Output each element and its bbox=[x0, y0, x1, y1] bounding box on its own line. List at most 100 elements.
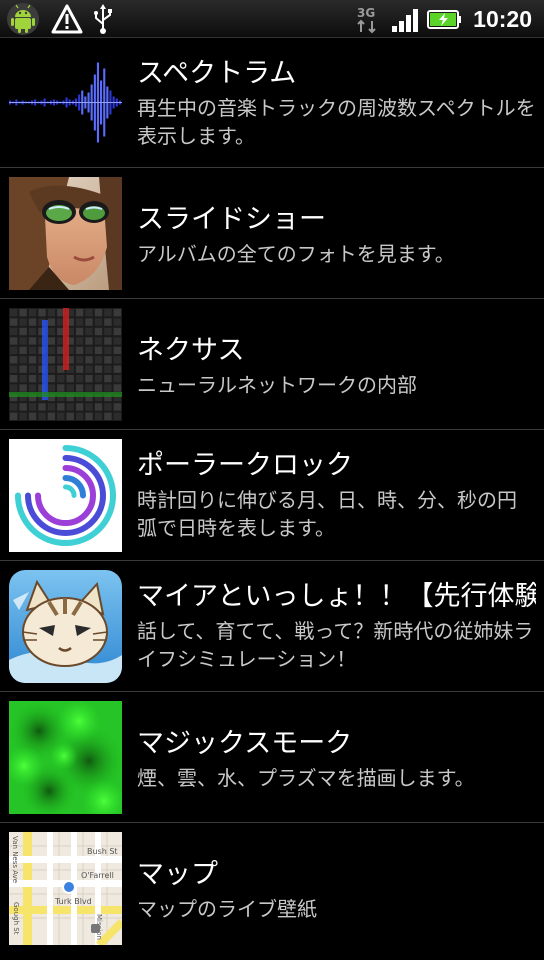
nexus-cell bbox=[113, 309, 121, 317]
nexus-cell bbox=[19, 318, 27, 326]
nexus-cell bbox=[28, 309, 37, 317]
nexus-cell bbox=[94, 327, 103, 336]
nexus-cell bbox=[85, 337, 93, 345]
nexus-cell bbox=[94, 337, 103, 345]
nexus-thumbnail bbox=[9, 308, 122, 421]
nexus-cell bbox=[75, 384, 84, 392]
nexus-cell bbox=[113, 365, 121, 373]
nexus-cell bbox=[28, 337, 37, 345]
map-label-bush: Bush St bbox=[87, 847, 118, 856]
slideshow-thumbnail bbox=[9, 177, 122, 290]
list-item-slideshow[interactable]: スライドショー アルバムの全てのフォトを見ます。 bbox=[0, 168, 544, 299]
nexus-cell bbox=[10, 374, 18, 383]
nexus-cell bbox=[85, 318, 93, 326]
nexus-cell bbox=[47, 403, 56, 411]
list-item-maia[interactable]: マイアといっしょ！！【先行体験 話して、育てて、戦って？新時代の従姉妹ライフシミ… bbox=[0, 561, 544, 692]
nexus-cell bbox=[19, 327, 27, 336]
map-label-gough: Gough St bbox=[12, 902, 20, 935]
nexus-cell bbox=[85, 327, 93, 336]
nexus-cell bbox=[28, 374, 37, 383]
nexus-cell bbox=[94, 346, 103, 355]
nexus-cell bbox=[75, 403, 84, 411]
nexus-cell bbox=[28, 365, 37, 373]
item-title: ポーラークロック bbox=[137, 450, 353, 481]
nexus-cell bbox=[94, 365, 103, 373]
nexus-cell bbox=[94, 412, 103, 420]
item-description: 煙、雲、水、プラズマを描画します。 bbox=[137, 766, 475, 790]
list-item-polar-clock[interactable]: ポーラークロック 時計回りに伸びる月、日、時、分、秒の円弧で日時を表します。 bbox=[0, 430, 544, 561]
battery-charging-icon bbox=[427, 10, 461, 29]
nexus-cell bbox=[19, 356, 27, 364]
map-label-ofarrell: O'Farrell bbox=[81, 871, 114, 880]
android-icon bbox=[7, 3, 39, 35]
nexus-cell bbox=[113, 327, 121, 336]
nexus-cell bbox=[94, 403, 103, 411]
nexus-cell bbox=[85, 403, 93, 411]
nexus-cell bbox=[66, 384, 74, 392]
list-item-magic-smoke[interactable]: マジックスモーク 煙、雲、水、プラズマを描画します。 bbox=[0, 692, 544, 823]
list-item-spectrum[interactable]: スペクトラム 再生中の音楽トラックの周波数スペクトルを表示します。 bbox=[0, 38, 544, 168]
nexus-cell bbox=[104, 346, 112, 355]
nexus-cell bbox=[113, 318, 121, 326]
nexus-cell bbox=[113, 346, 121, 355]
nexus-cell bbox=[47, 337, 56, 345]
nexus-cell bbox=[47, 374, 56, 383]
nexus-cell bbox=[113, 384, 121, 392]
nexus-cell bbox=[19, 403, 27, 411]
nexus-cell bbox=[47, 356, 56, 364]
nexus-cell bbox=[85, 346, 93, 355]
nexus-cell bbox=[85, 374, 93, 383]
nexus-cell bbox=[10, 309, 18, 317]
nexus-cell bbox=[10, 327, 18, 336]
warning-icon bbox=[51, 4, 83, 34]
nexus-cell bbox=[85, 365, 93, 373]
nexus-cell bbox=[66, 374, 74, 383]
nexus-cell bbox=[75, 356, 84, 364]
nexus-cell bbox=[94, 318, 103, 326]
nexus-cell bbox=[104, 384, 112, 392]
nexus-cell bbox=[47, 365, 56, 373]
nexus-cell bbox=[104, 365, 112, 373]
nexus-cell bbox=[104, 327, 112, 336]
nexus-cell bbox=[38, 412, 46, 420]
list-item-map[interactable]: Van Ness Ave Bush St O'Farrell Turk Blvd… bbox=[0, 823, 544, 958]
nexus-cell bbox=[19, 365, 27, 373]
nexus-cell bbox=[47, 384, 56, 392]
polar-clock-thumbnail bbox=[9, 439, 122, 552]
nexus-cell bbox=[28, 327, 37, 336]
nexus-cell bbox=[10, 356, 18, 364]
item-description: アルバムの全てのフォトを見ます。 bbox=[137, 242, 455, 266]
item-title: マイアといっしょ！！【先行体験 bbox=[137, 581, 536, 612]
item-title: スライドショー bbox=[137, 204, 326, 235]
nexus-cell bbox=[19, 337, 27, 345]
item-description: 再生中の音楽トラックの周波数スペクトルを表示します。 bbox=[137, 96, 536, 148]
nexus-cell bbox=[85, 356, 93, 364]
live-wallpaper-screen: 3G 10:20 スペクトラム 再生中の音楽トラックの周波数スペクトルを表示しま… bbox=[0, 0, 544, 960]
nexus-cell bbox=[19, 412, 27, 420]
nexus-cell bbox=[94, 309, 103, 317]
status-bar: 3G 10:20 bbox=[0, 0, 544, 38]
usb-icon bbox=[94, 4, 112, 34]
nexus-cell bbox=[104, 309, 112, 317]
nexus-cell bbox=[28, 384, 37, 392]
nexus-cell bbox=[104, 337, 112, 345]
nexus-cell bbox=[94, 374, 103, 383]
nexus-cell bbox=[75, 318, 84, 326]
nexus-cell bbox=[19, 374, 27, 383]
spectrum-thumbnail bbox=[9, 46, 122, 159]
nexus-cell bbox=[94, 356, 103, 364]
network-type-label: 3G bbox=[357, 6, 375, 20]
nexus-cell bbox=[47, 309, 56, 317]
map-label-van-ness: Van Ness Ave bbox=[11, 836, 19, 883]
map-label-turk: Turk Blvd bbox=[54, 897, 92, 906]
nexus-cell bbox=[57, 374, 65, 383]
nexus-cell bbox=[47, 412, 56, 420]
nexus-cell bbox=[113, 412, 121, 420]
list-item-nexus[interactable]: ネクサス ニューラルネットワークの内部 bbox=[0, 299, 544, 430]
3g-data-icon: 3G bbox=[357, 6, 376, 34]
nexus-cell bbox=[75, 327, 84, 336]
nexus-cell bbox=[10, 337, 18, 345]
nexus-cell bbox=[19, 309, 27, 317]
nexus-cell bbox=[75, 337, 84, 345]
nexus-cell bbox=[75, 365, 84, 373]
